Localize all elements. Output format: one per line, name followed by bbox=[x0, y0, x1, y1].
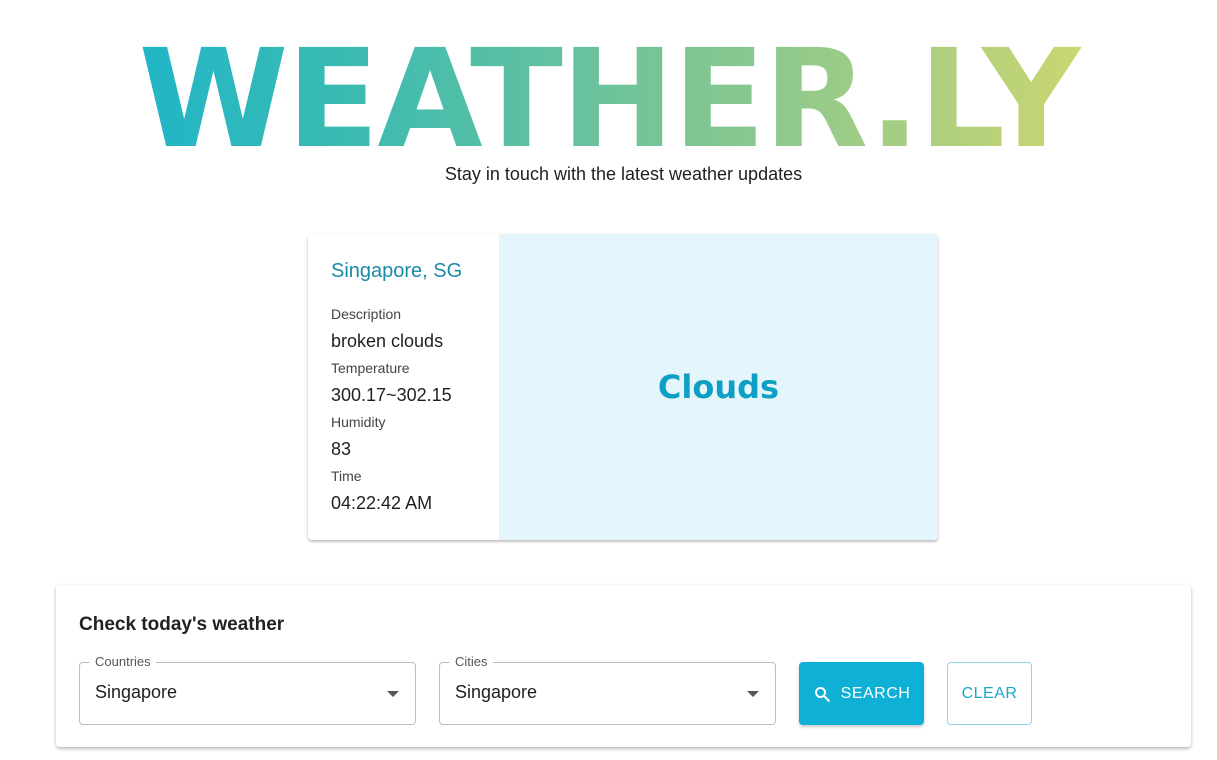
temperature-label: Temperature bbox=[331, 360, 410, 376]
countries-select[interactable]: Countries Singapore bbox=[79, 654, 416, 725]
weather-condition: Clouds bbox=[657, 368, 780, 406]
dropdown-arrow-icon bbox=[747, 691, 759, 697]
humidity-value: 83 bbox=[331, 439, 352, 459]
location-title: Singapore, SG bbox=[331, 260, 463, 282]
search-button-label: SEARCH bbox=[840, 684, 911, 702]
temperature-value: 300.17~302.15 bbox=[331, 385, 452, 405]
cities-value: Singapore bbox=[455, 682, 538, 702]
humidity-label: Humidity bbox=[331, 414, 386, 430]
search-panel: Check today's weather Countries Singapor… bbox=[56, 585, 1191, 747]
clear-button[interactable]: CLEAR bbox=[947, 662, 1032, 725]
weather-info-pane: Singapore, SG Description broken clouds … bbox=[308, 234, 499, 540]
time-label: Time bbox=[331, 468, 362, 484]
time-value: 04:22:42 AM bbox=[331, 493, 433, 513]
search-panel-title: Check today's weather bbox=[79, 614, 285, 635]
description-label: Description bbox=[331, 306, 402, 322]
condition-pane: Clouds bbox=[499, 234, 938, 540]
search-icon bbox=[814, 686, 830, 702]
cities-select[interactable]: Cities Singapore bbox=[439, 654, 776, 725]
countries-value: Singapore bbox=[95, 682, 178, 702]
dropdown-arrow-icon bbox=[387, 691, 399, 697]
cities-label: Cities bbox=[450, 654, 493, 669]
weather-card: Singapore, SG Description broken clouds … bbox=[308, 234, 938, 540]
app-logo: WEATHER.LY bbox=[0, 30, 1217, 170]
countries-label: Countries bbox=[90, 654, 156, 669]
search-button[interactable]: SEARCH bbox=[799, 662, 924, 725]
description-value: broken clouds bbox=[331, 331, 444, 351]
tagline: Stay in touch with the latest weather up… bbox=[444, 164, 803, 184]
